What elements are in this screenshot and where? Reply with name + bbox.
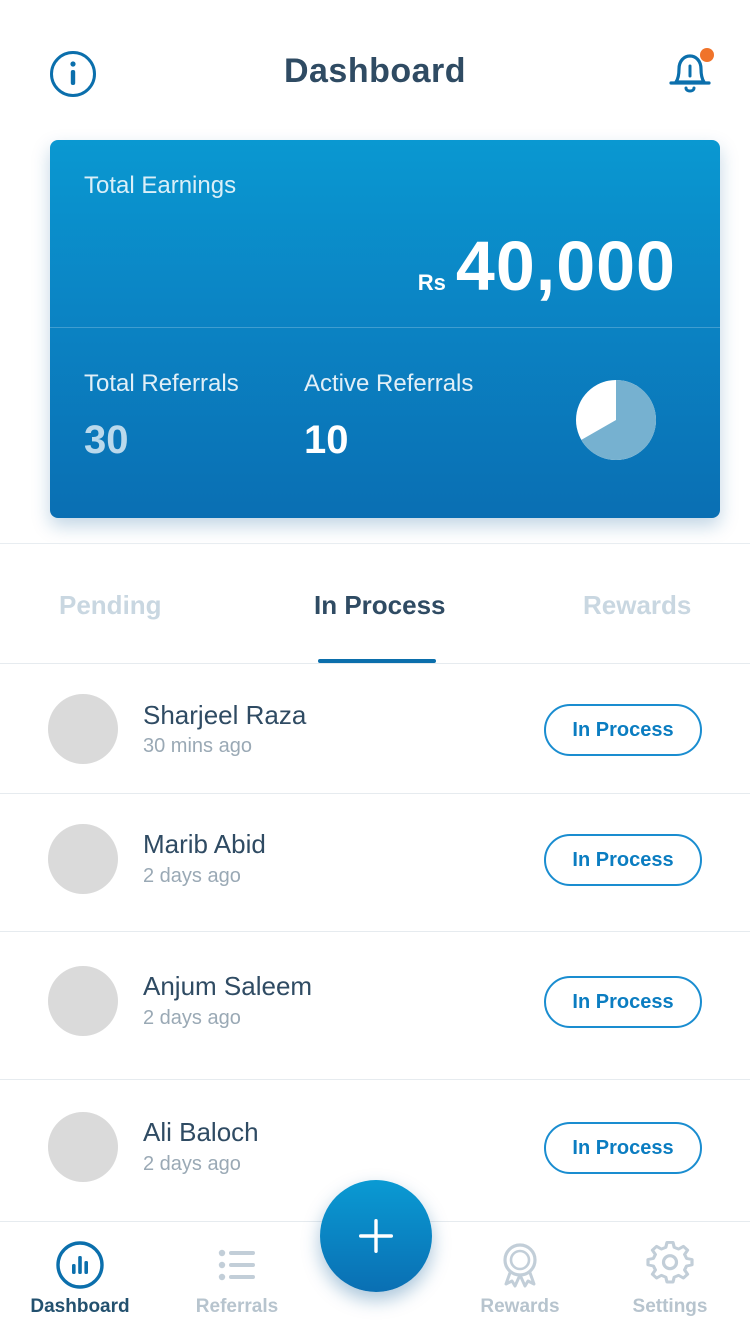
nav-label: Dashboard — [30, 1296, 130, 1317]
total-earnings-amount: Rs 40,000 — [418, 226, 676, 306]
gear-icon — [645, 1240, 695, 1290]
active-referrals-value: 10 — [304, 418, 349, 462]
tab-pending[interactable]: Pending — [59, 590, 162, 621]
nav-rewards[interactable]: Rewards — [445, 1222, 595, 1334]
item-time: 2 days ago — [143, 865, 241, 887]
avatar — [48, 694, 118, 764]
nav-settings[interactable]: Settings — [595, 1222, 745, 1334]
list-icon — [212, 1240, 262, 1290]
notifications-button[interactable] — [664, 46, 716, 98]
item-name: Ali Baloch — [143, 1117, 259, 1147]
total-earnings-label: Total Earnings — [84, 172, 237, 199]
item-time: 30 mins ago — [143, 735, 252, 757]
currency-label: Rs — [417, 270, 446, 295]
active-tab-indicator — [318, 659, 436, 663]
status-button[interactable]: In Process — [544, 1122, 702, 1174]
list-item[interactable]: Sharjeel Raza 30 mins ago In Process — [0, 664, 750, 794]
status-button[interactable]: In Process — [544, 834, 702, 886]
item-name: Sharjeel Raza — [143, 700, 307, 730]
award-icon — [495, 1240, 545, 1290]
earnings-section: Total Earnings Rs 40,000 — [50, 140, 720, 328]
active-referrals-label: Active Referrals — [304, 370, 474, 397]
nav-label: Settings — [632, 1296, 708, 1317]
dashboard-screen: Dashboard Total Earnings Rs 40,000 Total… — [0, 0, 750, 1334]
avatar — [48, 824, 118, 894]
chart-icon — [55, 1240, 105, 1290]
page-title: Dashboard — [283, 52, 467, 90]
avatar — [48, 1112, 118, 1182]
total-referrals-label: Total Referrals — [84, 370, 239, 397]
item-name: Marib Abid — [143, 829, 266, 859]
plus-icon — [359, 1219, 393, 1253]
nav-label: Referrals — [195, 1296, 279, 1317]
nav-dashboard[interactable]: Dashboard — [5, 1222, 155, 1334]
earnings-value: 40,000 — [455, 227, 676, 305]
item-time: 2 days ago — [143, 1153, 241, 1175]
total-referrals-value: 30 — [84, 418, 129, 462]
avatar — [48, 966, 118, 1036]
tab-in-process[interactable]: In Process — [314, 590, 446, 621]
item-time: 2 days ago — [143, 1007, 241, 1029]
tab-rewards[interactable]: Rewards — [583, 590, 691, 621]
nav-label: Rewards — [480, 1296, 560, 1317]
earnings-card: Total Earnings Rs 40,000 Total Referrals… — [50, 140, 720, 518]
header: Dashboard — [0, 0, 750, 140]
list-item[interactable]: Anjum Saleem 2 days ago In Process — [0, 932, 750, 1080]
item-name: Anjum Saleem — [143, 971, 313, 1001]
status-tabs: Pending In Process Rewards — [0, 543, 750, 664]
notification-dot — [700, 48, 714, 62]
status-button[interactable]: In Process — [544, 976, 702, 1028]
referral-list: Sharjeel Raza 30 mins ago In Process Mar… — [0, 664, 750, 1221]
add-referral-button[interactable] — [320, 1180, 432, 1292]
list-item[interactable]: Marib Abid 2 days ago In Process — [0, 794, 750, 932]
status-button[interactable]: In Process — [544, 704, 702, 756]
nav-referrals[interactable]: Referrals — [162, 1222, 312, 1334]
referrals-pie-chart — [576, 380, 656, 460]
